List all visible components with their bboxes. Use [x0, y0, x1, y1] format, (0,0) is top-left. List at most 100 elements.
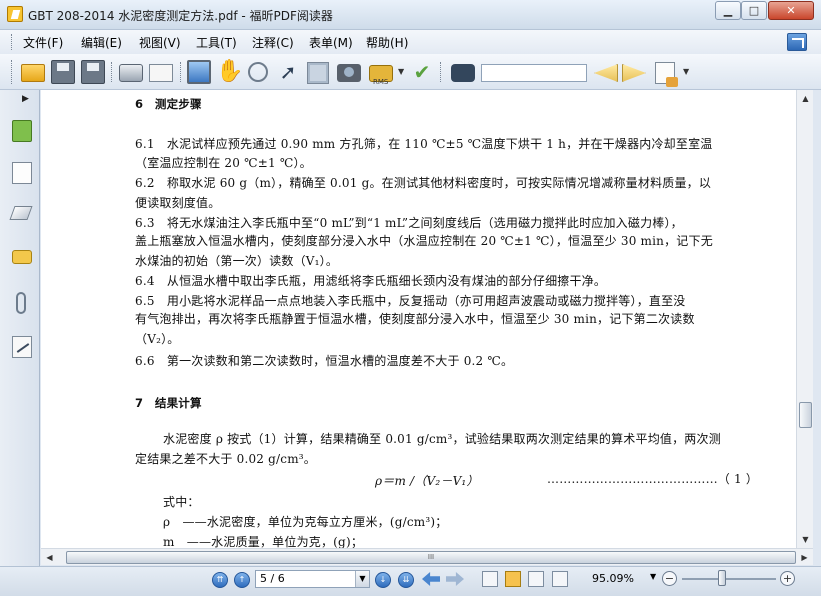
- zoom-slider-track[interactable]: [682, 578, 776, 580]
- status-bar: ⇈ ↑ 5 / 6 ▼ ↓ ⇊ 95.09% ▼ − +: [0, 566, 821, 596]
- print-icon[interactable]: [119, 64, 143, 82]
- chevron-down-icon[interactable]: ▼: [650, 572, 656, 581]
- scroll-left-icon[interactable]: ◀: [41, 549, 58, 566]
- doc-line: 6.1 水泥试样应预先通过 0.90 mm 方孔筛，在 110 ℃±5 ℃温度下…: [135, 137, 713, 151]
- continuous-view-icon[interactable]: [505, 571, 521, 587]
- fullscreen-icon[interactable]: [187, 60, 211, 84]
- signatures-icon[interactable]: [12, 336, 32, 358]
- vertical-scrollbar[interactable]: ▲ ▼: [796, 90, 813, 548]
- next-page-button[interactable]: ↓: [375, 572, 391, 588]
- zoom-out-icon[interactable]: −: [662, 571, 677, 586]
- pdf-page: 6 测定步骤 6.1 水泥试样应预先通过 0.90 mm 方孔筛，在 110 ℃…: [41, 90, 796, 548]
- folder-open-icon[interactable]: [21, 64, 45, 82]
- zoom-in-icon[interactable]: +: [780, 571, 795, 586]
- menu-comment[interactable]: 注释(C): [252, 34, 294, 51]
- vertical-scroll-thumb[interactable]: [799, 402, 812, 428]
- horizontal-scrollbar[interactable]: ◀ III ▶: [41, 548, 813, 565]
- doc-line: （V₂）。: [135, 332, 180, 346]
- attachments-icon[interactable]: [16, 292, 26, 314]
- doc-line: 6.2 称取水泥 60 g（m），精确至 0.01 g。在测试其他材料密度时，可…: [135, 176, 712, 190]
- doc-line: 便读取刻度值。: [135, 196, 221, 210]
- go-forward-icon[interactable]: [446, 572, 464, 586]
- zoom-text-icon[interactable]: [248, 62, 268, 82]
- toolbar-grip[interactable]: [11, 60, 14, 84]
- menu-help[interactable]: 帮助(H): [366, 34, 408, 51]
- layers-icon[interactable]: [9, 206, 33, 220]
- chevron-down-icon[interactable]: ▼: [398, 67, 404, 76]
- menu-view[interactable]: 视图(V): [139, 34, 181, 51]
- snapshot-icon[interactable]: [337, 64, 361, 82]
- menu-form[interactable]: 表单(M): [309, 34, 353, 51]
- section-heading: 6 测定步骤: [135, 97, 202, 111]
- page-number-field[interactable]: 5 / 6 ▼: [255, 570, 370, 588]
- scroll-up-icon[interactable]: ▲: [797, 90, 814, 107]
- chevron-down-icon[interactable]: ▼: [683, 67, 689, 76]
- sign-icon[interactable]: ✔: [410, 60, 434, 84]
- zoom-level[interactable]: 95.09%: [592, 572, 634, 585]
- previous-page-button[interactable]: ↑: [234, 572, 250, 588]
- bookmarks-icon[interactable]: [12, 120, 32, 142]
- doc-line: 6.6 第一次读数和第二次读数时，恒温水槽的温度差不大于 0.2 ℃。: [135, 354, 514, 368]
- select-text-icon[interactable]: [307, 62, 329, 84]
- pages-icon[interactable]: [12, 162, 32, 184]
- rms-label: RMS: [373, 78, 389, 86]
- menu-file[interactable]: 文件(F): [23, 34, 63, 51]
- page-number-value: 5 / 6: [260, 572, 285, 585]
- close-button[interactable]: ✕: [768, 1, 814, 20]
- menu-grip[interactable]: [11, 34, 14, 50]
- toolbar-separator: [111, 62, 114, 82]
- doc-line: m ——水泥质量，单位为克，(g)；: [163, 535, 364, 548]
- prev-result-icon[interactable]: [594, 64, 618, 82]
- chevron-down-icon[interactable]: ▼: [355, 571, 369, 587]
- document-options-icon[interactable]: [655, 62, 678, 87]
- last-page-button[interactable]: ⇊: [398, 572, 414, 588]
- section-heading: 7 结果计算: [135, 396, 202, 410]
- maximize-button[interactable]: □: [741, 1, 767, 20]
- app-logo-icon: [7, 6, 23, 22]
- search-input[interactable]: [481, 64, 587, 82]
- doc-line: 6.5 用小匙将水泥样品一点点地装入李氏瓶中，反复摇动（亦可用超声波震动或磁力搅…: [135, 294, 686, 308]
- facing-view-icon[interactable]: [528, 571, 544, 587]
- title-bar: GBT 208-2014 水泥密度测定方法.pdf - 福昕PDF阅读器 ▁ □…: [0, 0, 821, 30]
- menu-tools[interactable]: 工具(T): [196, 34, 237, 51]
- card-icon[interactable]: [149, 64, 173, 82]
- doc-line: 水煤油的初始（第一次）读数（V₁）。: [135, 254, 339, 268]
- doc-line: 6.3 将无水煤油注入李氏瓶中至“0 mL”到“1 mL”之间刻度线后（选用磁力…: [135, 216, 683, 230]
- doc-line: 定结果之差不大于 0.02 g/cm³。: [135, 452, 316, 466]
- formula: ρ＝m /（V₂－V₁）: [375, 474, 479, 488]
- go-back-icon[interactable]: [422, 572, 440, 586]
- save-icon[interactable]: [51, 60, 75, 84]
- main-toolbar: ✋ ➚ RMS ▼ ✔ ▼: [0, 54, 821, 90]
- restore-layout-icon[interactable]: [787, 33, 807, 51]
- doc-line: 水泥密度 ρ 按式（1）计算，结果精确至 0.01 g/cm³，试验结果取两次测…: [163, 432, 721, 446]
- navigation-sidebar: ▶: [0, 90, 40, 566]
- cursor-icon[interactable]: ➚: [276, 60, 300, 84]
- doc-line: 盖上瓶塞放入恒温水槽内，使刻度部分浸入水中（水温应控制在 20 ℃±1 ℃），恒…: [135, 234, 713, 248]
- single-page-view-icon[interactable]: [482, 571, 498, 587]
- horizontal-scroll-thumb[interactable]: III: [66, 551, 796, 564]
- doc-line: 有气泡排出，再次将李氏瓶静置于恒温水槽，使刻度部分浸入水中，恒温至少 30 mi…: [135, 312, 695, 326]
- minimize-button[interactable]: ▁: [715, 1, 741, 20]
- zoom-slider-thumb[interactable]: [718, 570, 726, 586]
- scroll-down-icon[interactable]: ▼: [797, 531, 814, 548]
- scroll-right-icon[interactable]: ▶: [796, 549, 813, 566]
- doc-line: ρ ——水泥密度，单位为克每立方厘米，(g/cm³)；: [163, 515, 448, 529]
- formula-number: ……………………………………（ 1 ）: [547, 472, 759, 486]
- first-page-button[interactable]: ⇈: [212, 572, 228, 588]
- doc-line: 式中：: [163, 495, 200, 509]
- save-as-icon[interactable]: [81, 60, 105, 84]
- doc-line: （室温应控制在 20 ℃±1 ℃）。: [135, 156, 312, 170]
- continuous-facing-view-icon[interactable]: [552, 571, 568, 587]
- binoculars-icon[interactable]: [451, 64, 475, 82]
- toolbar-separator: [180, 62, 183, 82]
- hand-icon[interactable]: ✋: [216, 60, 243, 84]
- next-result-icon[interactable]: [622, 64, 646, 82]
- window-title: GBT 208-2014 水泥密度测定方法.pdf - 福昕PDF阅读器: [28, 9, 333, 23]
- document-viewport[interactable]: 6 测定步骤 6.1 水泥试样应预先通过 0.90 mm 方孔筛，在 110 ℃…: [41, 90, 796, 548]
- comments-icon[interactable]: [12, 250, 32, 264]
- menu-bar: 文件(F) 编辑(E) 视图(V) 工具(T) 注释(C) 表单(M) 帮助(H…: [0, 30, 821, 54]
- toolbar-separator: [440, 62, 443, 82]
- expand-panel-icon[interactable]: ▶: [22, 94, 29, 104]
- doc-line: 6.4 从恒温水槽中取出李氏瓶，用滤纸将李氏瓶细长颈内没有煤油的部分仔细擦干净。: [135, 274, 607, 288]
- menu-edit[interactable]: 编辑(E): [81, 34, 122, 51]
